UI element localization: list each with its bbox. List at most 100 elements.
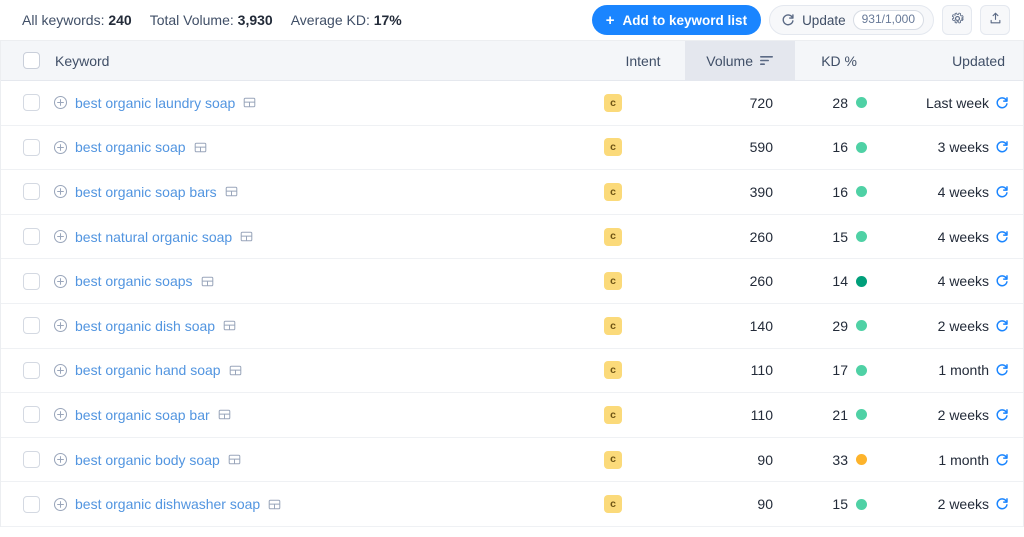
intent-badge[interactable]: C xyxy=(604,361,622,380)
row-refresh-icon[interactable] xyxy=(995,230,1009,244)
add-keyword-icon[interactable] xyxy=(53,407,68,422)
keyword-link[interactable]: best organic soaps xyxy=(75,273,193,289)
intent-badge[interactable]: C xyxy=(604,316,622,335)
add-keyword-icon[interactable] xyxy=(53,95,68,110)
table-row[interactable]: best organic soaps C 260 14 4 weeks xyxy=(1,259,1023,304)
updated-cell: 4 weeks xyxy=(885,229,1023,245)
kd-difficulty-dot xyxy=(856,97,867,109)
column-header-kd[interactable]: KD % xyxy=(795,53,885,69)
row-refresh-icon[interactable] xyxy=(995,140,1009,154)
row-checkbox[interactable] xyxy=(22,451,40,469)
row-checkbox[interactable] xyxy=(22,183,40,201)
table-row[interactable]: best organic soap bar C 110 21 2 weeks xyxy=(1,393,1023,438)
export-button[interactable] xyxy=(980,5,1010,35)
kd-value: 21 xyxy=(832,406,848,423)
serp-features-icon[interactable] xyxy=(228,453,241,466)
serp-features-icon[interactable] xyxy=(268,498,281,511)
keyword-link[interactable]: best organic hand soap xyxy=(75,362,221,378)
serp-features-icon[interactable] xyxy=(218,408,231,421)
volume-cell: 390 xyxy=(749,183,773,200)
sort-descending-icon[interactable] xyxy=(760,55,773,66)
row-checkbox[interactable] xyxy=(22,228,40,246)
table-row[interactable]: best organic hand soap C 110 17 1 month xyxy=(1,348,1023,394)
intent-badge[interactable]: C xyxy=(604,227,622,246)
intent-badge[interactable]: C xyxy=(604,450,622,469)
serp-features-icon[interactable] xyxy=(223,319,236,332)
row-checkbox[interactable] xyxy=(22,361,40,379)
row-refresh-icon[interactable] xyxy=(995,185,1009,199)
add-keyword-icon[interactable] xyxy=(53,452,68,467)
keyword-link[interactable]: best natural organic soap xyxy=(75,229,232,245)
kd-difficulty-dot xyxy=(856,231,867,243)
add-keyword-icon[interactable] xyxy=(53,497,68,512)
intent-badge[interactable]: C xyxy=(604,138,622,157)
serp-features-icon[interactable] xyxy=(229,364,242,377)
add-keyword-icon[interactable] xyxy=(53,318,68,333)
summary-average-kd-label: Average KD: xyxy=(290,12,370,28)
row-refresh-icon[interactable] xyxy=(995,453,1009,467)
intent-badge[interactable]: C xyxy=(604,93,622,112)
table-row[interactable]: best organic soap C 590 16 3 weeks xyxy=(1,125,1023,171)
update-button[interactable]: Update 931/1,000 xyxy=(769,5,934,35)
updated-cell: 1 month xyxy=(885,452,1023,468)
row-refresh-icon[interactable] xyxy=(995,497,1009,511)
table-row[interactable]: best organic dish soap C 140 29 2 weeks xyxy=(1,303,1023,349)
keyword-cell: best organic body soap xyxy=(53,452,601,468)
column-header-volume[interactable]: Volume xyxy=(685,40,795,81)
volume-cell: 590 xyxy=(749,139,773,156)
table-row[interactable]: best organic soap bars C 390 16 4 weeks xyxy=(1,170,1023,215)
select-all-checkbox[interactable] xyxy=(22,52,40,69)
table-row[interactable]: best organic body soap C 90 33 1 month xyxy=(1,437,1023,483)
intent-cell: C xyxy=(601,93,685,112)
column-header-keyword[interactable]: Keyword xyxy=(53,53,601,69)
row-checkbox[interactable] xyxy=(22,406,40,424)
settings-button[interactable] xyxy=(942,5,972,35)
refresh-icon xyxy=(781,13,795,27)
row-checkbox[interactable] xyxy=(22,138,40,156)
row-refresh-icon[interactable] xyxy=(995,96,1009,110)
row-refresh-icon[interactable] xyxy=(995,408,1009,422)
keyword-link[interactable]: best organic dish soap xyxy=(75,318,215,334)
add-keyword-icon[interactable] xyxy=(53,140,68,155)
updated-cell: 2 weeks xyxy=(885,407,1023,423)
keyword-cell: best organic soap bars xyxy=(53,184,601,200)
row-refresh-icon[interactable] xyxy=(995,363,1009,377)
table-row[interactable]: best organic dishwasher soap C 90 15 2 weeks xyxy=(1,482,1023,527)
row-checkbox[interactable] xyxy=(22,495,40,513)
row-checkbox[interactable] xyxy=(22,272,40,290)
add-keyword-icon[interactable] xyxy=(53,274,68,289)
updated-value: 2 weeks xyxy=(937,406,989,423)
keyword-cell: best organic dishwasher soap xyxy=(53,496,601,512)
row-checkbox[interactable] xyxy=(22,317,40,335)
add-keyword-icon[interactable] xyxy=(53,229,68,244)
intent-badge[interactable]: C xyxy=(604,495,622,514)
row-select-cell xyxy=(1,495,53,513)
intent-badge[interactable]: C xyxy=(604,405,622,424)
serp-features-icon[interactable] xyxy=(201,275,214,288)
keyword-link[interactable]: best organic dishwasher soap xyxy=(75,496,260,512)
column-header-intent[interactable]: Intent xyxy=(601,53,685,69)
intent-badge[interactable]: C xyxy=(604,182,622,201)
intent-badge[interactable]: C xyxy=(604,272,622,291)
add-keyword-icon[interactable] xyxy=(53,184,68,199)
serp-features-icon[interactable] xyxy=(194,141,207,154)
keyword-link[interactable]: best organic body soap xyxy=(75,452,220,468)
keyword-link[interactable]: best organic laundry soap xyxy=(75,95,235,111)
row-refresh-icon[interactable] xyxy=(995,274,1009,288)
serp-features-icon[interactable] xyxy=(243,96,256,109)
add-to-keyword-list-label: Add to keyword list xyxy=(622,12,748,28)
keyword-link[interactable]: best organic soap bar xyxy=(75,407,210,423)
serp-features-icon[interactable] xyxy=(240,230,253,243)
add-keyword-icon[interactable] xyxy=(53,363,68,378)
serp-features-icon[interactable] xyxy=(225,185,238,198)
row-refresh-icon[interactable] xyxy=(995,319,1009,333)
table-row[interactable]: best natural organic soap C 260 15 4 weeks xyxy=(1,214,1023,260)
add-to-keyword-list-button[interactable]: + Add to keyword list xyxy=(591,5,762,35)
table-row[interactable]: best organic laundry soap C 720 28 Last week xyxy=(1,81,1023,126)
gear-icon xyxy=(950,11,965,29)
column-header-updated[interactable]: Updated xyxy=(885,53,1023,69)
volume-cell: 110 xyxy=(750,362,773,379)
row-checkbox[interactable] xyxy=(22,94,40,112)
keyword-link[interactable]: best organic soap bars xyxy=(75,184,217,200)
keyword-link[interactable]: best organic soap xyxy=(75,139,186,155)
